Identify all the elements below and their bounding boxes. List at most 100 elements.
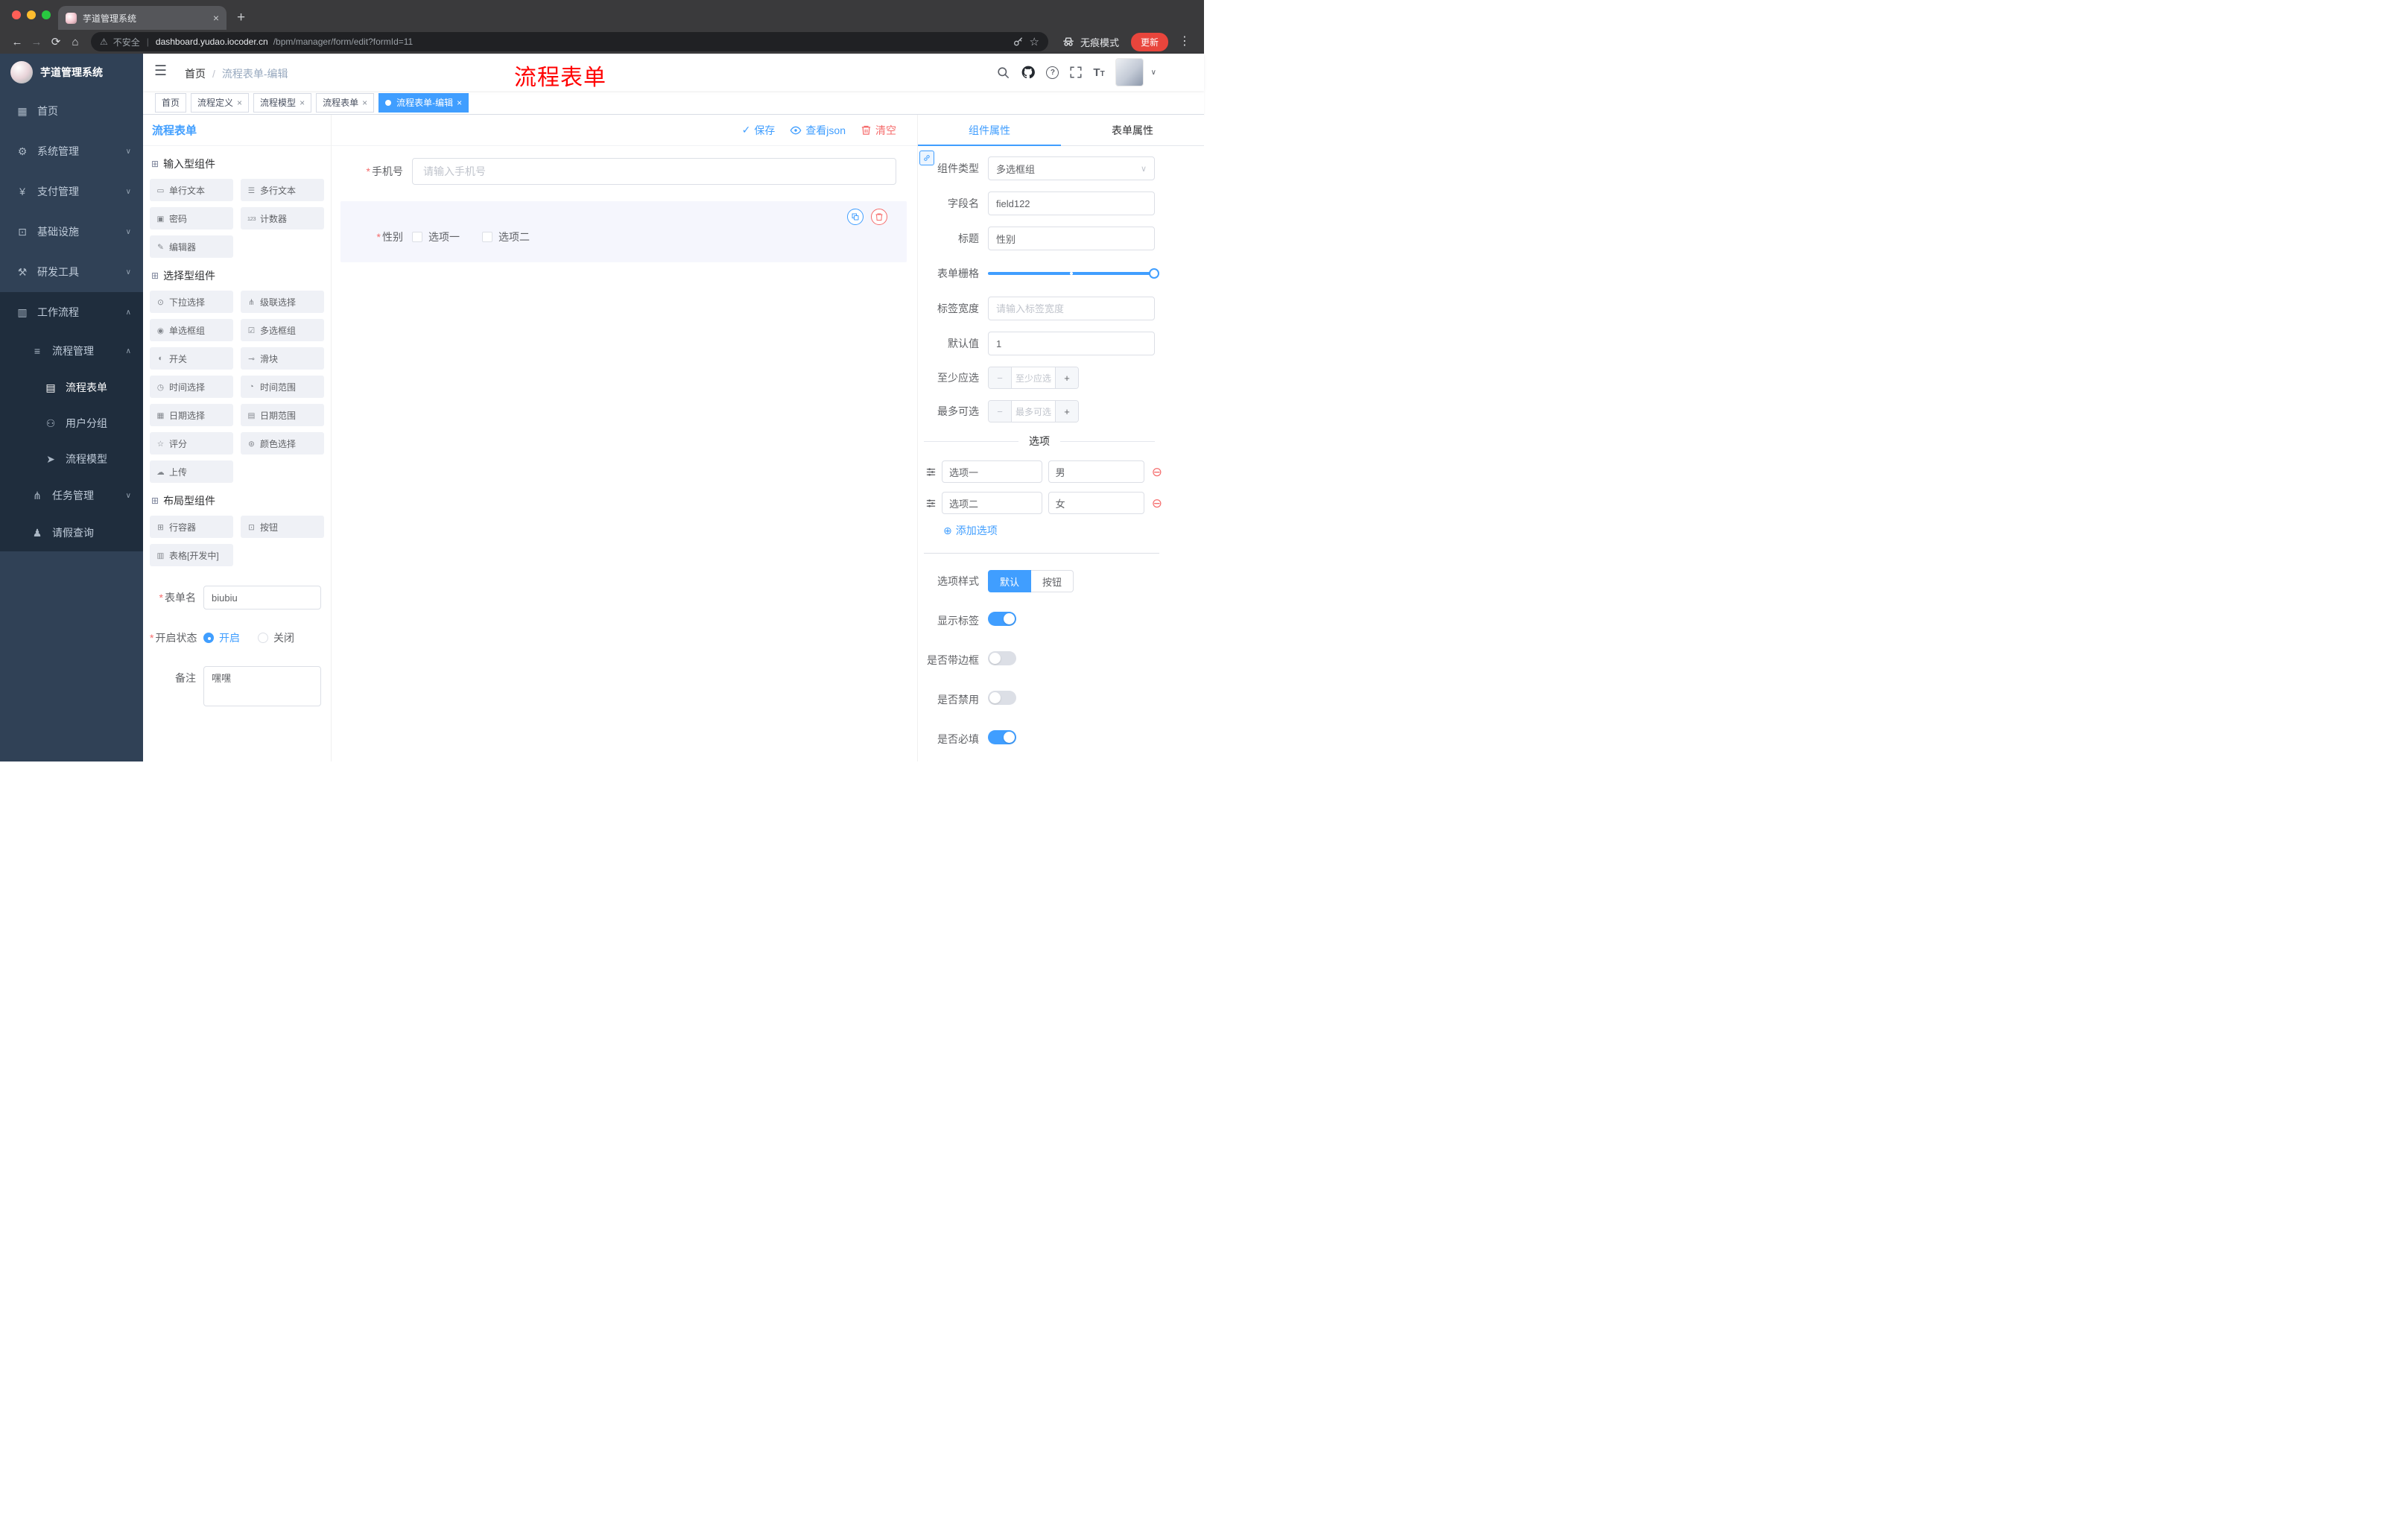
palette-item-time-picker[interactable]: ◷ 时间选择: [150, 376, 233, 398]
min-select-placeholder[interactable]: 至少应选: [1011, 367, 1056, 388]
option-value-input[interactable]: [1048, 460, 1144, 483]
palette-item-select[interactable]: ⊙ 下拉选择: [150, 291, 233, 313]
sidebar-item-user-group[interactable]: ⚇ 用户分组: [0, 405, 143, 441]
update-button[interactable]: 更新: [1130, 32, 1168, 51]
phone-field-row[interactable]: * 手机号: [340, 158, 896, 185]
app-logo[interactable]: 芋道管理系统: [0, 54, 143, 91]
radio-closed[interactable]: 关闭: [258, 630, 294, 645]
checkbox-option-1[interactable]: 选项一: [412, 229, 460, 244]
radio-open[interactable]: 开启: [203, 630, 240, 645]
avatar[interactable]: [1115, 58, 1144, 86]
style-default-button[interactable]: 默认: [988, 570, 1032, 592]
palette-item-password[interactable]: ▣ 密码: [150, 207, 233, 229]
palette-item-date-range[interactable]: ▤ 日期范围: [241, 404, 324, 426]
palette-item-checkbox-group[interactable]: ☑ 多选框组: [241, 319, 324, 341]
palette-item-upload[interactable]: ☁ 上传: [150, 460, 233, 483]
forward-icon[interactable]: →: [27, 37, 46, 48]
palette-item-button[interactable]: ⊡ 按钮: [241, 516, 324, 538]
palette-item-time-range[interactable]: ◔ 时间范围: [241, 376, 324, 398]
border-toggle[interactable]: [988, 651, 1016, 665]
required-toggle[interactable]: [988, 730, 1016, 744]
palette-item-table[interactable]: ▥ 表格[开发中]: [150, 544, 233, 566]
remove-option-icon[interactable]: ⊖: [1152, 466, 1162, 478]
gender-field-selected[interactable]: * 性别 选项一 选项二: [340, 201, 907, 262]
option-value-input[interactable]: [1048, 492, 1144, 514]
grid-slider[interactable]: [988, 262, 1159, 285]
palette-item-counter[interactable]: 123 计数器: [241, 207, 324, 229]
show-label-toggle[interactable]: [988, 612, 1016, 626]
palette-item-textarea[interactable]: ☰ 多行文本: [241, 179, 324, 201]
drag-handle-icon[interactable]: [925, 466, 937, 478]
sidebar-item-infrastructure[interactable]: ⊡ 基础设施 ∨: [0, 212, 143, 252]
sidebar-item-dev-tools[interactable]: ⚒ 研发工具 ∨: [0, 252, 143, 292]
back-icon[interactable]: ←: [7, 37, 27, 48]
palette-item-single-text[interactable]: ▭ 单行文本: [150, 179, 233, 201]
minus-button[interactable]: −: [989, 367, 1011, 388]
font-size-icon[interactable]: TT: [1093, 67, 1104, 78]
address-bar[interactable]: ⚠ 不安全 | dashboard.yudao.iocoder.cn/bpm/m…: [91, 32, 1048, 51]
sidebar-item-process-form[interactable]: ▤ 流程表单: [0, 370, 143, 405]
component-type-select[interactable]: 多选框组 ∨: [988, 156, 1155, 180]
save-button[interactable]: ✓ 保存: [742, 123, 776, 138]
security-label[interactable]: 不安全: [113, 36, 140, 48]
option-label-input[interactable]: [942, 492, 1042, 514]
reload-icon[interactable]: ⟳: [46, 37, 66, 48]
tag-process-definition[interactable]: 流程定义 ×: [191, 92, 250, 113]
minimize-window-button[interactable]: [27, 10, 36, 19]
home-icon[interactable]: ⌂: [66, 37, 85, 48]
view-json-button[interactable]: 查看json: [790, 123, 846, 138]
palette-item-date-picker[interactable]: ▦ 日期选择: [150, 404, 233, 426]
field-name-input[interactable]: [988, 191, 1155, 215]
sidebar-item-workflow[interactable]: ▥ 工作流程 ∧: [0, 292, 143, 332]
github-icon[interactable]: [1021, 65, 1036, 80]
tag-process-model[interactable]: 流程模型 ×: [253, 92, 312, 113]
sidebar-item-payment-mgmt[interactable]: ¥ 支付管理 ∨: [0, 171, 143, 212]
help-icon[interactable]: ?: [1046, 66, 1059, 79]
sidebar-item-process-model[interactable]: ➤ 流程模型: [0, 441, 143, 477]
maximize-window-button[interactable]: [42, 10, 51, 19]
max-select-placeholder[interactable]: 最多可选: [1011, 401, 1056, 422]
form-name-input[interactable]: [203, 586, 321, 609]
search-icon[interactable]: [996, 66, 1010, 80]
sidebar-item-task-mgmt[interactable]: ⋔ 任务管理 ∨: [0, 477, 143, 514]
add-option-button[interactable]: ⊕ 添加选项: [943, 523, 1155, 538]
phone-input[interactable]: [412, 158, 896, 185]
sidebar-toggle-icon[interactable]: ☰: [154, 64, 167, 78]
bookmark-star-icon[interactable]: ☆: [1030, 35, 1039, 48]
default-value-input[interactable]: [988, 332, 1155, 355]
sidebar-item-system-mgmt[interactable]: ⚙ 系统管理 ∨: [0, 131, 143, 171]
sidebar-item-home[interactable]: ▦ 首页: [0, 91, 143, 131]
tab-component-props[interactable]: 组件属性: [918, 115, 1061, 146]
remove-option-icon[interactable]: ⊖: [1152, 497, 1162, 510]
tab-close-icon[interactable]: ×: [213, 13, 219, 23]
sidebar-item-leave-query[interactable]: ♟ 请假查询: [0, 514, 143, 551]
delete-field-button[interactable]: [871, 209, 887, 225]
style-button-button[interactable]: 按钮: [1031, 570, 1074, 592]
breadcrumb-home[interactable]: 首页: [185, 66, 206, 81]
plus-button[interactable]: +: [1056, 367, 1078, 388]
close-window-button[interactable]: [12, 10, 21, 19]
palette-item-cascader[interactable]: ⋔ 级联选择: [241, 291, 324, 313]
sidebar-item-process-mgmt[interactable]: ≡ 流程管理 ∧: [0, 332, 143, 370]
copy-field-button[interactable]: [847, 209, 864, 225]
palette-item-editor[interactable]: ✎ 编辑器: [150, 235, 233, 258]
palette-item-slider[interactable]: ⊸ 滑块: [241, 347, 324, 370]
new-tab-button[interactable]: +: [237, 10, 245, 25]
tag-process-form-edit[interactable]: 流程表单-编辑 ×: [378, 92, 469, 113]
disabled-toggle[interactable]: [988, 691, 1016, 705]
checkbox-box[interactable]: [482, 232, 492, 242]
browser-menu-icon[interactable]: ⋮: [1179, 36, 1191, 48]
title-input[interactable]: [988, 227, 1155, 250]
checkbox-option-2[interactable]: 选项二: [482, 229, 530, 244]
minus-button[interactable]: −: [989, 401, 1011, 422]
form-remark-input[interactable]: 嘿嘿: [203, 666, 321, 706]
key-icon[interactable]: [1013, 36, 1024, 48]
avatar-caret-icon[interactable]: ∨: [1151, 69, 1156, 77]
tab-form-props[interactable]: 表单属性: [1061, 115, 1204, 145]
label-width-input[interactable]: [988, 297, 1155, 320]
browser-tab[interactable]: 芋道管理系统 ×: [58, 6, 226, 30]
palette-item-switch[interactable]: ◐ 开关: [150, 347, 233, 370]
option-label-input[interactable]: [942, 460, 1042, 483]
tag-close-icon[interactable]: ×: [300, 98, 305, 107]
checkbox-box[interactable]: [412, 232, 422, 242]
